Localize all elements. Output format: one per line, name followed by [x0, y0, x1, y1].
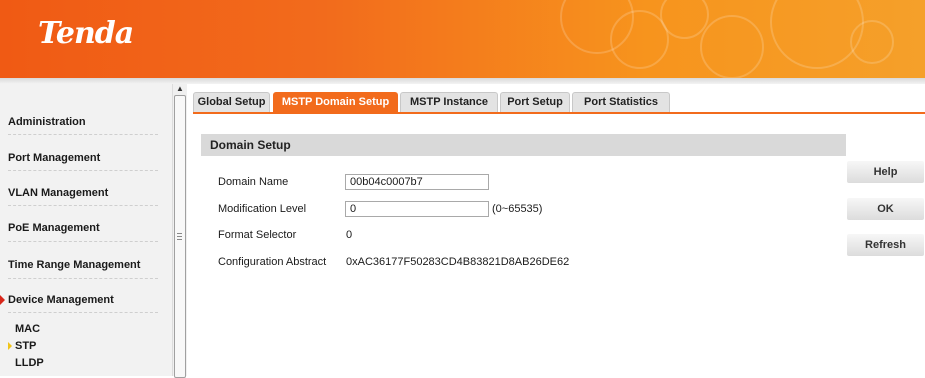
sidebar-subitem-stp[interactable]: STP	[15, 340, 36, 352]
tab-global-setup[interactable]: Global Setup	[193, 92, 270, 112]
sidebar-divider	[8, 241, 158, 242]
tab-underline	[193, 112, 925, 114]
panel-header: Domain Setup	[201, 134, 846, 156]
scroll-grip-icon	[177, 233, 182, 240]
configuration-abstract-value: 0xAC36177F50283CD4B83821D8AB26DE62	[346, 256, 570, 268]
modification-level-label: Modification Level	[218, 203, 307, 215]
refresh-button[interactable]: Refresh	[847, 234, 924, 256]
configuration-abstract-label: Configuration Abstract	[218, 256, 327, 268]
expanded-arrow-icon	[0, 295, 5, 305]
selected-arrow-icon	[8, 342, 12, 350]
decorative-bubble	[700, 15, 764, 78]
sidebar-item-label: VLAN Management	[8, 187, 109, 199]
tab-port-setup[interactable]: Port Setup	[500, 92, 570, 112]
scroll-up-arrow-icon[interactable]: ▲	[176, 84, 184, 93]
sidebar-scrollbar[interactable]: ▲	[172, 84, 187, 378]
sidebar-divider	[8, 278, 158, 279]
sidebar-divider	[8, 134, 158, 135]
sidebar-item-label: Device Management	[8, 294, 114, 306]
sidebar: Administration Port Management VLAN Mana…	[0, 84, 172, 376]
sidebar-divider	[8, 205, 158, 206]
sidebar-item-label: Time Range Management	[8, 259, 141, 271]
domain-name-input[interactable]	[345, 174, 489, 190]
header-banner: Tenda	[0, 0, 925, 78]
decorative-bubble	[850, 20, 894, 64]
tab-port-statistics[interactable]: Port Statistics	[572, 92, 670, 112]
sidebar-subitem-lldp[interactable]: LLDP	[15, 357, 44, 369]
format-selector-label: Format Selector	[218, 229, 297, 241]
sidebar-subitem-mac[interactable]: MAC	[15, 323, 40, 335]
tab-mstp-instance[interactable]: MSTP Instance	[400, 92, 498, 112]
modification-level-input[interactable]	[345, 201, 489, 217]
format-selector-value: 0	[346, 229, 353, 241]
sidebar-item-label: PoE Management	[8, 222, 100, 234]
domain-name-label: Domain Name	[218, 176, 289, 188]
tab-mstp-domain-setup[interactable]: MSTP Domain Setup	[273, 92, 398, 112]
ok-button[interactable]: OK	[847, 198, 924, 220]
scrollbar-thumb[interactable]	[174, 95, 186, 378]
panel-title: Domain Setup	[210, 138, 291, 152]
modification-level-range-hint: (0~65535)	[492, 203, 543, 215]
sidebar-item-label: Administration	[8, 116, 86, 128]
help-button[interactable]: Help	[847, 161, 924, 183]
sidebar-item-label: Port Management	[8, 152, 101, 164]
sidebar-divider	[8, 312, 158, 313]
decorative-bubble	[770, 0, 864, 69]
sidebar-divider	[8, 170, 158, 171]
tenda-logo: Tenda	[38, 16, 134, 51]
